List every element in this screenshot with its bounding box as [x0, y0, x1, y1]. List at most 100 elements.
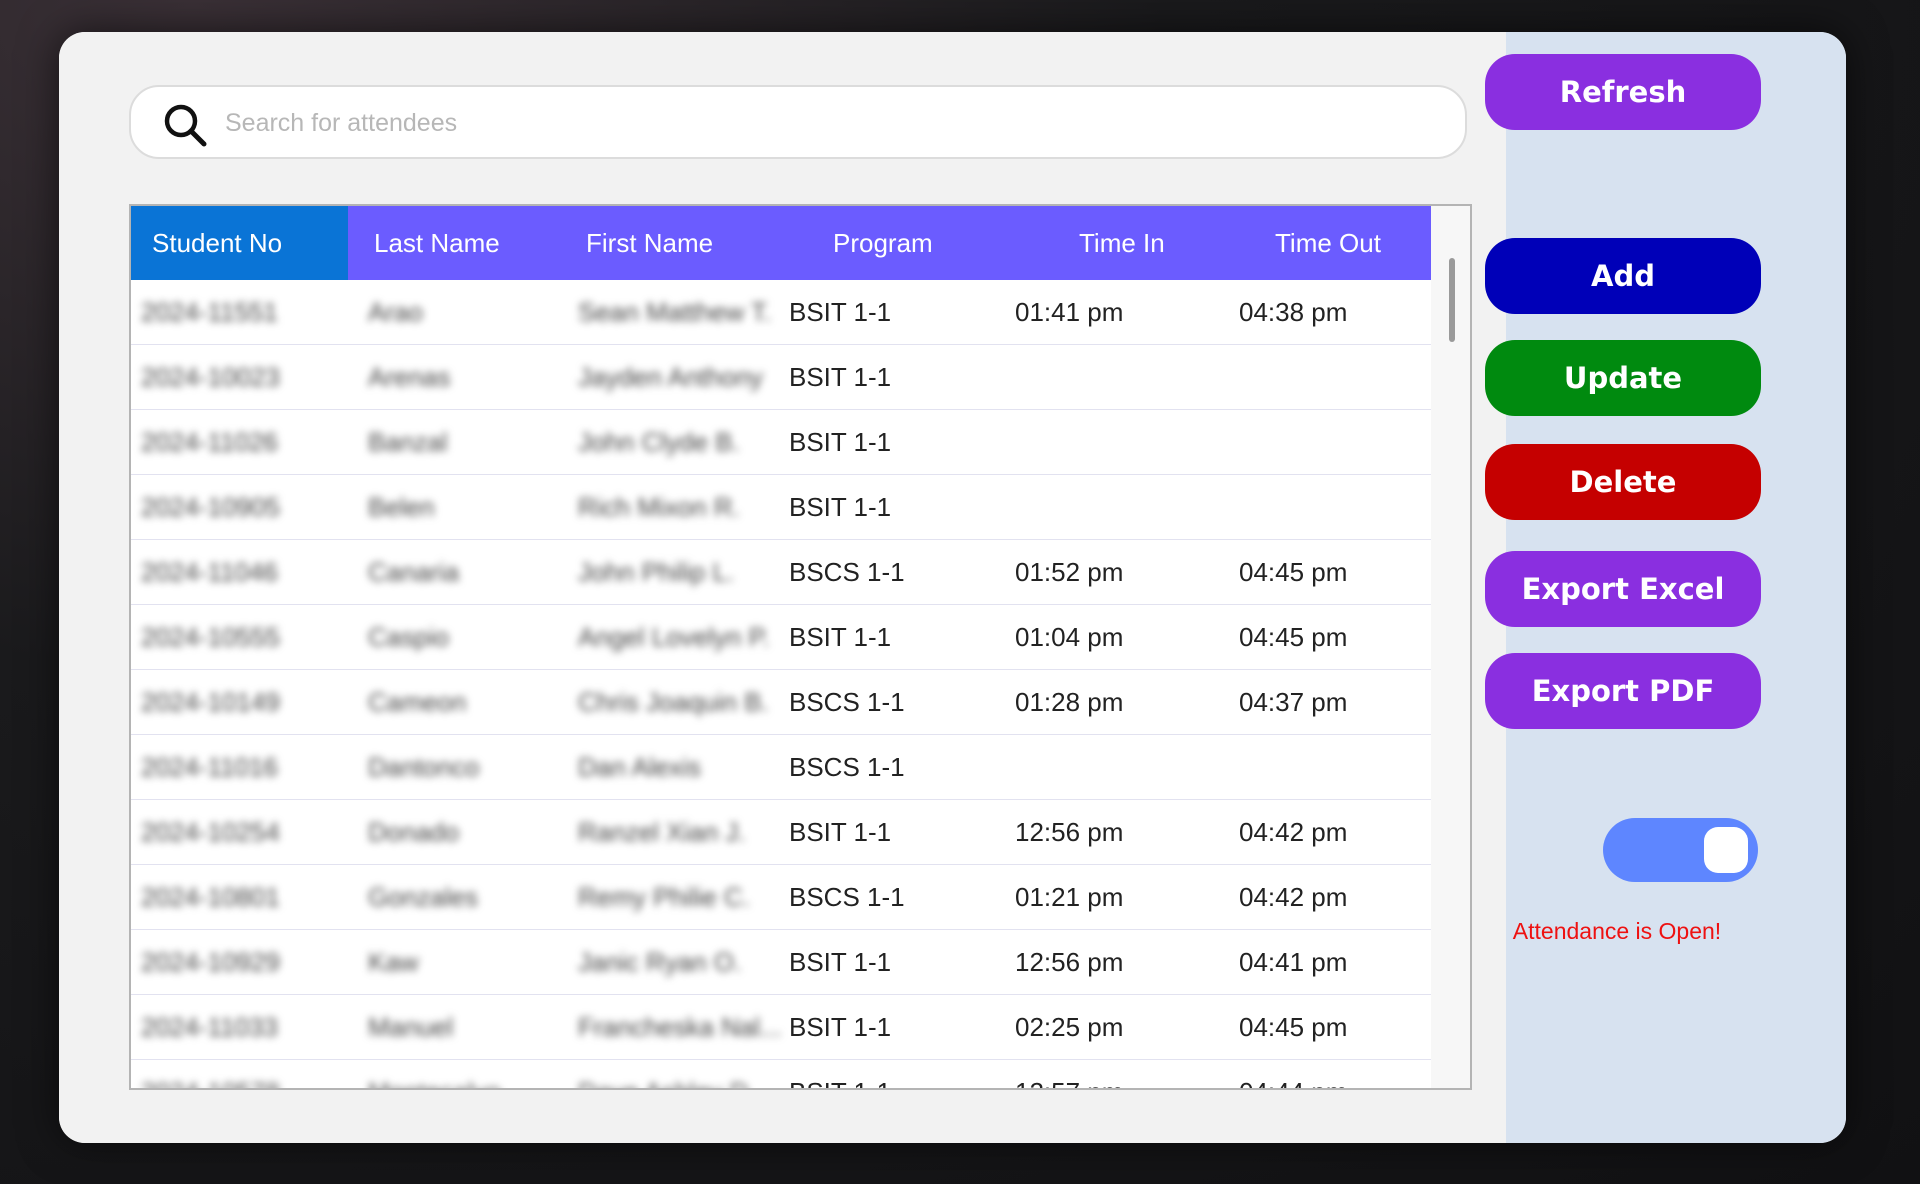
cell-time-out[interactable]	[1215, 735, 1431, 799]
cell-time-out[interactable]: 04:42 pm	[1215, 800, 1431, 864]
cell-first-name[interactable]: Chris Joaquin B.	[566, 670, 781, 734]
cell-student-no[interactable]: 2024-10801	[131, 865, 348, 929]
cell-time-in[interactable]	[999, 475, 1215, 539]
cell-student-no[interactable]: 2024-10023	[131, 345, 348, 409]
export-pdf-button[interactable]: Export PDF	[1485, 653, 1761, 729]
search-input[interactable]	[223, 97, 1427, 149]
cell-first-name[interactable]: John Clyde B.	[566, 410, 781, 474]
cell-student-no[interactable]: 2024-11551	[131, 280, 348, 344]
column-header-time-out[interactable]: Time Out	[1215, 206, 1431, 280]
cell-program[interactable]: BSIT 1-1	[781, 345, 999, 409]
cell-last-name[interactable]: Donado	[348, 800, 566, 864]
table-row[interactable]: 2024-10555 Caspio Angel Lovelyn P. BSIT 1-1…	[131, 605, 1431, 670]
cell-first-name[interactable]: Jayden Anthony	[566, 345, 781, 409]
update-button[interactable]: Update	[1485, 340, 1761, 416]
cell-program[interactable]: BSCS 1-1	[781, 540, 999, 604]
cell-time-out[interactable]: 04:44 pm	[1215, 1060, 1431, 1088]
cell-time-in[interactable]: 12:56 pm	[999, 800, 1215, 864]
cell-first-name[interactable]: Dave Ashley D.	[566, 1060, 781, 1088]
cell-student-no[interactable]: 2024-10578	[131, 1060, 348, 1088]
cell-time-in[interactable]: 12:57 pm	[999, 1060, 1215, 1088]
cell-student-no[interactable]: 2024-10254	[131, 800, 348, 864]
cell-student-no[interactable]: 2024-11046	[131, 540, 348, 604]
cell-time-in[interactable]	[999, 735, 1215, 799]
cell-last-name[interactable]: Dantonco	[348, 735, 566, 799]
cell-student-no[interactable]: 2024-10929	[131, 930, 348, 994]
cell-first-name[interactable]: Sean Matthew T.	[566, 280, 781, 344]
column-header-first-name[interactable]: First Name	[566, 206, 781, 280]
cell-time-in[interactable]: 01:28 pm	[999, 670, 1215, 734]
cell-program[interactable]: BSIT 1-1	[781, 995, 999, 1059]
cell-last-name[interactable]: Banzal	[348, 410, 566, 474]
cell-program[interactable]: BSIT 1-1	[781, 1060, 999, 1088]
column-header-last-name[interactable]: Last Name	[348, 206, 566, 280]
cell-time-out[interactable]: 04:45 pm	[1215, 605, 1431, 669]
cell-student-no[interactable]: 2024-11016	[131, 735, 348, 799]
cell-time-out[interactable]: 04:45 pm	[1215, 995, 1431, 1059]
cell-time-out[interactable]	[1215, 410, 1431, 474]
cell-last-name[interactable]: Kaw	[348, 930, 566, 994]
search-bar[interactable]	[129, 85, 1467, 159]
cell-program[interactable]: BSIT 1-1	[781, 605, 999, 669]
column-header-time-in[interactable]: Time In	[999, 206, 1215, 280]
cell-time-in[interactable]: 01:41 pm	[999, 280, 1215, 344]
cell-program[interactable]: BSIT 1-1	[781, 475, 999, 539]
cell-program[interactable]: BSIT 1-1	[781, 800, 999, 864]
table-row[interactable]: 2024-11016 Dantonco Dan Alexis BSCS 1-1	[131, 735, 1431, 800]
add-button[interactable]: Add	[1485, 238, 1761, 314]
cell-time-in[interactable]: 02:25 pm	[999, 995, 1215, 1059]
cell-last-name[interactable]: Manuel	[348, 995, 566, 1059]
cell-student-no[interactable]: 2024-11026	[131, 410, 348, 474]
cell-first-name[interactable]: Ranzel Xian J.	[566, 800, 781, 864]
cell-first-name[interactable]: Remy Philie C.	[566, 865, 781, 929]
cell-program[interactable]: BSIT 1-1	[781, 410, 999, 474]
cell-first-name[interactable]: Rich Mixon R.	[566, 475, 781, 539]
cell-time-out[interactable]: 04:42 pm	[1215, 865, 1431, 929]
column-header-program[interactable]: Program	[781, 206, 999, 280]
cell-time-in[interactable]: 12:56 pm	[999, 930, 1215, 994]
cell-last-name[interactable]: Cameon	[348, 670, 566, 734]
cell-program[interactable]: BSCS 1-1	[781, 670, 999, 734]
cell-first-name[interactable]: Dan Alexis	[566, 735, 781, 799]
cell-first-name[interactable]: Angel Lovelyn P.	[566, 605, 781, 669]
table-row[interactable]: 2024-10905 Belen Rich Mixon R. BSIT 1-1	[131, 475, 1431, 540]
table-row[interactable]: 2024-11046 Canaria John Philip L. BSCS 1-1 0…	[131, 540, 1431, 605]
table-row[interactable]: 2024-11033 Manuel Francheska Nal... BSIT 1-…	[131, 995, 1431, 1060]
cell-time-out[interactable]: 04:38 pm	[1215, 280, 1431, 344]
table-row[interactable]: 2024-10149 Cameon Chris Joaquin B. BSCS 1-1…	[131, 670, 1431, 735]
table-row[interactable]: 2024-11551 Arao Sean Matthew T. BSIT 1-1 01:…	[131, 280, 1431, 345]
delete-button[interactable]: Delete	[1485, 444, 1761, 520]
cell-program[interactable]: BSCS 1-1	[781, 735, 999, 799]
cell-program[interactable]: BSCS 1-1	[781, 865, 999, 929]
cell-time-out[interactable]: 04:41 pm	[1215, 930, 1431, 994]
cell-time-in[interactable]: 01:52 pm	[999, 540, 1215, 604]
cell-time-in[interactable]: 01:04 pm	[999, 605, 1215, 669]
cell-time-out[interactable]	[1215, 475, 1431, 539]
cell-first-name[interactable]: Janic Ryan O.	[566, 930, 781, 994]
cell-last-name[interactable]: Montecalvo	[348, 1060, 566, 1088]
table-row[interactable]: 2024-10578MontecalvoDave Ashley D.BSIT 1…	[131, 1060, 1431, 1088]
table-row[interactable]: 2024-10929 Kaw Janic Ryan O. BSIT 1-1 12:56 …	[131, 930, 1431, 995]
cell-first-name[interactable]: Francheska Nal...	[566, 995, 781, 1059]
cell-student-no[interactable]: 2024-10905	[131, 475, 348, 539]
cell-time-in[interactable]: 01:21 pm	[999, 865, 1215, 929]
table-row[interactable]: 2024-10801 Gonzales Remy Philie C. BSCS 1-1…	[131, 865, 1431, 930]
cell-time-out[interactable]	[1215, 345, 1431, 409]
table-row[interactable]: 2024-10023 Arenas Jayden Anthony BSIT 1-1	[131, 345, 1431, 410]
refresh-button[interactable]: Refresh	[1485, 54, 1761, 130]
cell-student-no[interactable]: 2024-10555	[131, 605, 348, 669]
cell-last-name[interactable]: Gonzales	[348, 865, 566, 929]
cell-last-name[interactable]: Arao	[348, 280, 566, 344]
cell-first-name[interactable]: John Philip L.	[566, 540, 781, 604]
column-header-student-no[interactable]: Student No	[131, 206, 348, 280]
scrollbar-thumb[interactable]	[1449, 258, 1455, 342]
cell-program[interactable]: BSIT 1-1	[781, 280, 999, 344]
cell-last-name[interactable]: Caspio	[348, 605, 566, 669]
cell-time-in[interactable]	[999, 410, 1215, 474]
cell-last-name[interactable]: Arenas	[348, 345, 566, 409]
cell-last-name[interactable]: Belen	[348, 475, 566, 539]
cell-last-name[interactable]: Canaria	[348, 540, 566, 604]
cell-time-out[interactable]: 04:45 pm	[1215, 540, 1431, 604]
attendance-toggle[interactable]	[1603, 818, 1758, 882]
table-row[interactable]: 2024-10254 Donado Ranzel Xian J. BSIT 1-1 12…	[131, 800, 1431, 865]
